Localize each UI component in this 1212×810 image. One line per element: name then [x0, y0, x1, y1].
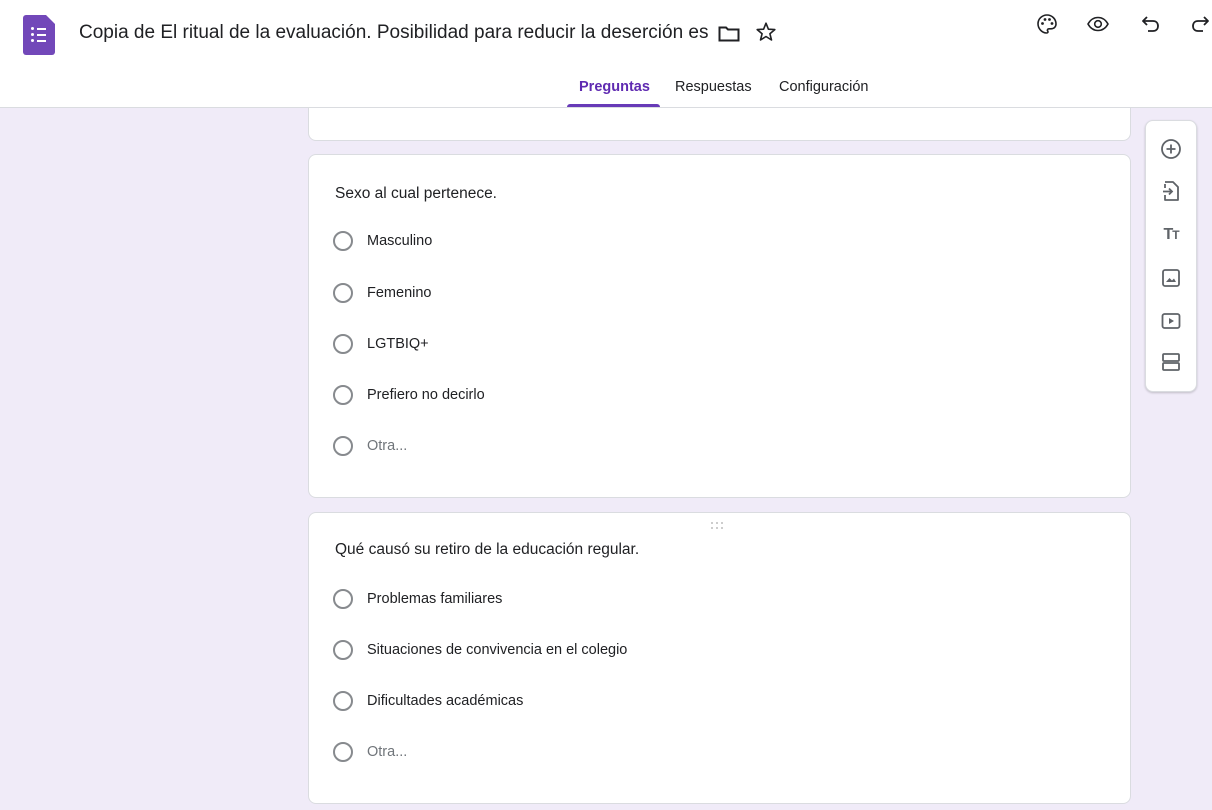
- radio-button[interactable]: [333, 589, 353, 609]
- radio-button[interactable]: [333, 334, 353, 354]
- add-title-icon[interactable]: TT: [1159, 223, 1183, 247]
- tab-bar: Preguntas Respuestas Configuración: [0, 70, 1212, 108]
- radio-button[interactable]: [333, 385, 353, 405]
- radio-button[interactable]: [333, 640, 353, 660]
- redo-icon[interactable]: [1188, 12, 1212, 36]
- option-label: LGTBIQ+: [367, 336, 429, 352]
- option-label: Masculino: [367, 233, 433, 249]
- option-item[interactable]: Masculino: [333, 230, 432, 252]
- option-item[interactable]: Problemas familiares: [333, 588, 502, 610]
- star-icon[interactable]: [754, 20, 778, 44]
- preview-eye-icon[interactable]: [1086, 12, 1110, 36]
- header-bar: Copia de El ritual de la evaluación. Pos…: [0, 0, 1212, 108]
- add-question-icon[interactable]: [1159, 137, 1183, 161]
- undo-icon[interactable]: [1139, 12, 1163, 36]
- option-other-label: Otra...: [367, 744, 408, 760]
- form-canvas: Sexo al cual pertenece. Masculino Femeni…: [0, 108, 1212, 810]
- palette-icon[interactable]: [1035, 12, 1059, 36]
- option-label: Dificultades académicas: [367, 693, 524, 709]
- add-video-icon[interactable]: [1159, 309, 1183, 333]
- option-item[interactable]: Prefiero no decirlo: [333, 384, 485, 406]
- folder-icon[interactable]: [718, 26, 740, 42]
- question-card[interactable]: Sexo al cual pertenece. Masculino Femeni…: [308, 154, 1131, 498]
- option-label: Femenino: [367, 285, 432, 301]
- question-title[interactable]: Qué causó su retiro de la educación regu…: [335, 541, 639, 559]
- option-other[interactable]: Otra...: [333, 741, 407, 763]
- radio-button[interactable]: [333, 231, 353, 251]
- forms-logo-icon[interactable]: [23, 15, 55, 55]
- radio-button[interactable]: [333, 283, 353, 303]
- add-title-glyph: T: [1163, 226, 1173, 243]
- drag-handle-icon[interactable]: [711, 522, 727, 530]
- previous-card[interactable]: [308, 108, 1131, 141]
- option-other[interactable]: Otra...: [333, 435, 407, 457]
- import-questions-icon[interactable]: [1159, 179, 1183, 203]
- radio-button[interactable]: [333, 691, 353, 711]
- radio-button[interactable]: [333, 436, 353, 456]
- option-item[interactable]: Dificultades académicas: [333, 690, 523, 712]
- tab-respuestas[interactable]: Respuestas: [675, 79, 752, 95]
- question-card[interactable]: Qué causó su retiro de la educación regu…: [308, 512, 1131, 804]
- side-toolbar: TT: [1145, 120, 1197, 392]
- option-label: Prefiero no decirlo: [367, 387, 485, 403]
- radio-button[interactable]: [333, 742, 353, 762]
- option-label: Problemas familiares: [367, 591, 503, 607]
- option-label: Situaciones de convivencia en el colegio: [367, 642, 628, 658]
- question-title[interactable]: Sexo al cual pertenece.: [335, 185, 497, 203]
- add-section-icon[interactable]: [1159, 350, 1183, 374]
- option-item[interactable]: LGTBIQ+: [333, 333, 429, 355]
- tab-configuracion[interactable]: Configuración: [779, 79, 868, 95]
- option-item[interactable]: Femenino: [333, 282, 431, 304]
- option-item[interactable]: Situaciones de convivencia en el colegio: [333, 639, 627, 661]
- tab-preguntas[interactable]: Preguntas: [579, 79, 650, 95]
- option-other-label: Otra...: [367, 438, 408, 454]
- active-tab-indicator: [567, 104, 660, 107]
- add-image-icon[interactable]: [1159, 266, 1183, 290]
- document-title[interactable]: Copia de El ritual de la evaluación. Pos…: [79, 22, 708, 44]
